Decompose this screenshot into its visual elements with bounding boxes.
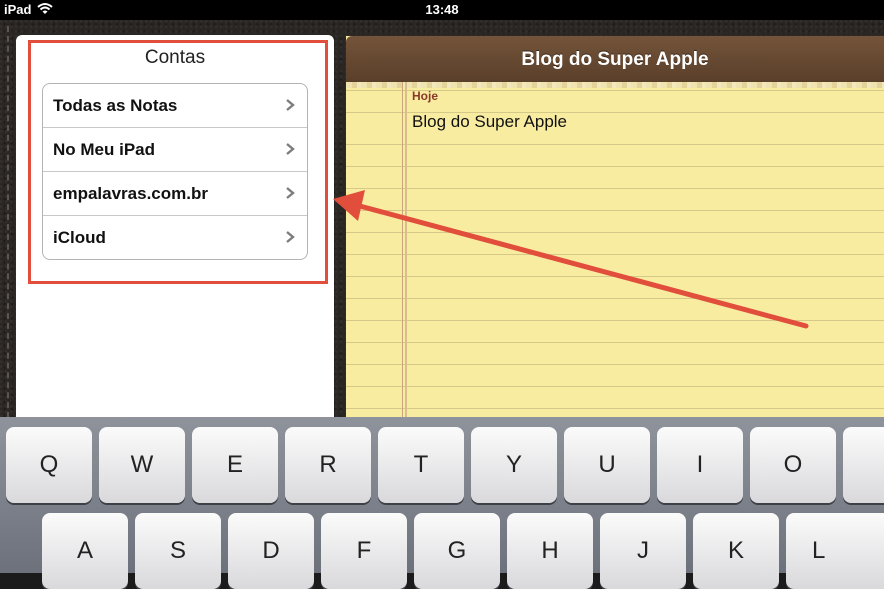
key-e[interactable]: E	[192, 427, 278, 503]
note-margin-line	[402, 82, 404, 420]
key-p[interactable]	[843, 427, 884, 503]
key-w[interactable]: W	[99, 427, 185, 503]
leather-stitching	[7, 26, 10, 418]
key-q[interactable]: Q	[6, 427, 92, 503]
key-k[interactable]: K	[693, 513, 779, 589]
key-r[interactable]: R	[285, 427, 371, 503]
key-u[interactable]: U	[564, 427, 650, 503]
status-time: 13:48	[425, 2, 459, 17]
note-body-text[interactable]: Blog do Super Apple	[412, 112, 567, 132]
key-a[interactable]: A	[42, 513, 128, 589]
key-d[interactable]: D	[228, 513, 314, 589]
status-bar: iPad 13:48	[0, 0, 884, 20]
note-date: Hoje	[412, 89, 439, 103]
key-o[interactable]: O	[750, 427, 836, 503]
note-paper[interactable]: Blog do Super Apple Hoje Blog do Super A…	[346, 36, 884, 420]
key-y[interactable]: Y	[471, 427, 557, 503]
key-l[interactable]: L	[786, 513, 884, 589]
key-h[interactable]: H	[507, 513, 593, 589]
key-t[interactable]: T	[378, 427, 464, 503]
onscreen-keyboard: Q W E R T Y U I O A S D F G H J K L	[0, 417, 884, 589]
key-s[interactable]: S	[135, 513, 221, 589]
note-header: Blog do Super Apple	[346, 36, 884, 82]
key-i[interactable]: I	[657, 427, 743, 503]
key-f[interactable]: F	[321, 513, 407, 589]
key-j[interactable]: J	[600, 513, 686, 589]
note-title: Blog do Super Apple	[521, 49, 709, 70]
torn-paper-edge	[346, 82, 884, 88]
key-g[interactable]: G	[414, 513, 500, 589]
annotation-highlight-box	[28, 40, 328, 284]
